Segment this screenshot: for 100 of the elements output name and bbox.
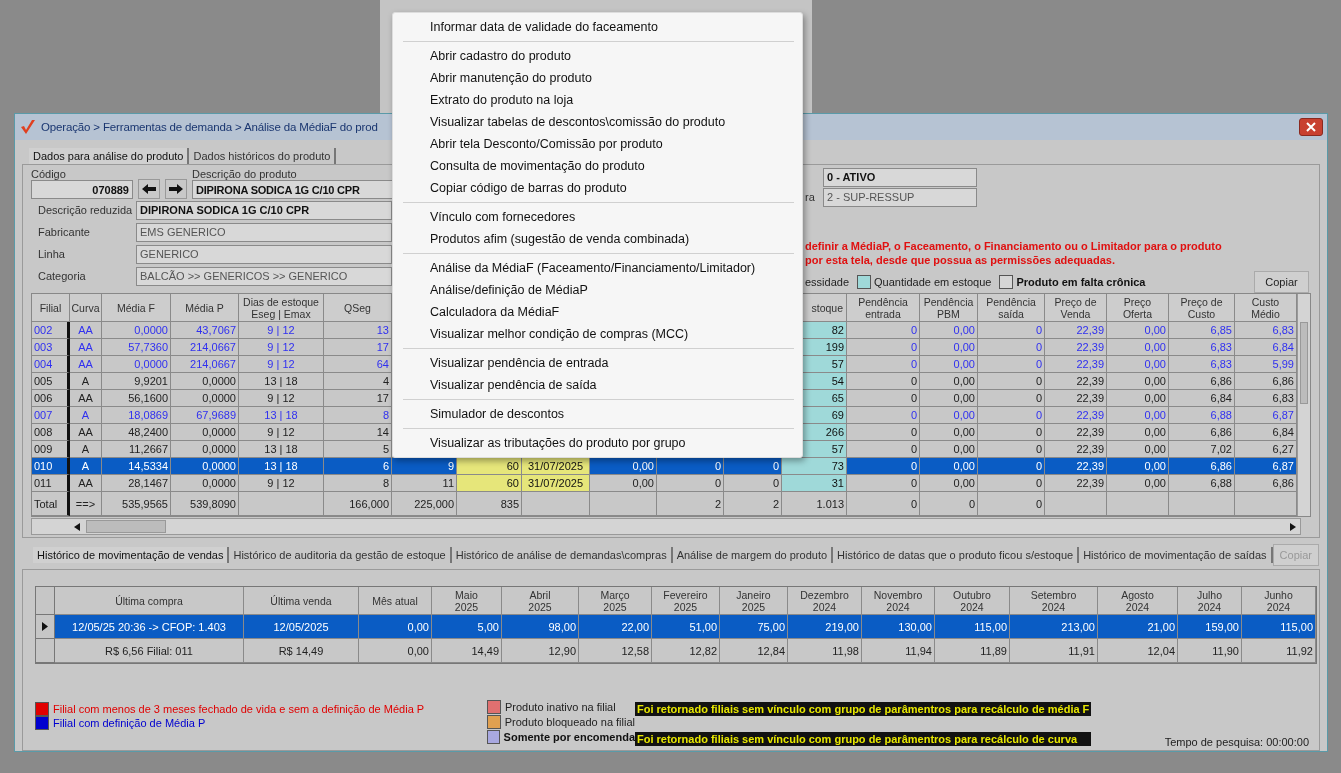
table-cell: 005 [32,373,70,390]
tab[interactable]: Histórico de auditoria da gestão de estoque [229,547,452,563]
scroll-left-icon[interactable] [74,522,80,531]
column-header[interactable]: Pendência PBM [920,294,978,322]
previous-button[interactable] [138,179,160,199]
scroll-right-icon[interactable] [1290,522,1296,531]
table-cell: 0 [978,356,1045,373]
tab[interactable]: Dados para análise do produto [29,148,190,164]
table-cell: 2 [657,492,724,516]
table-cell: 31/07/2025 [522,475,590,492]
text-field[interactable]: GENERICO [136,244,392,264]
row-indicator[interactable] [36,615,55,639]
table-cell: AA [70,424,102,441]
menu-item[interactable]: Abrir tela Desconto/Comissão por produto [393,133,802,155]
table-cell: 21,00 [1098,615,1178,639]
table-cell: 0,00 [1107,356,1169,373]
arrow-left-icon [141,183,157,195]
table-row[interactable]: 12/05/25 20:36 -> CFOP: 1.403 12/05/2025 0,00 5,00 98,00 22,00 51,00 75,00 219,00 130,00 115,00 213,00 21,00 159,00 115,00 [36,615,1316,639]
warning-text: definir a MédiaP, o Faceamento, o Financiamento ou o Limitador para o produto [805,239,1223,253]
code-field[interactable]: 070889 [31,180,133,199]
table-cell: 0,00 [920,475,978,492]
table-cell: 9 | 12 [239,339,324,356]
table-cell: 9 | 12 [239,356,324,373]
table-cell: 12,58 [579,639,652,663]
column-header[interactable]: Preço de Custo [1169,294,1235,322]
menu-item[interactable]: Análise da MédiaF (Faceamento/Financiamento/Limitador) [393,257,802,279]
table-cell: 0,0000 [171,475,239,492]
table-cell: 22,39 [1045,339,1107,356]
menu-item[interactable]: Abrir manutenção do produto [393,67,802,89]
tab[interactable]: Histórico de movimentação de vendas [33,547,230,563]
table-cell: 0,00 [920,458,978,475]
table-cell: 9 | 12 [239,322,324,339]
menu-item[interactable]: Consulta de movimentação do produto [393,155,802,177]
table-cell: AA [70,390,102,407]
scrollbar[interactable] [1297,294,1310,516]
table-cell: 6,83 [1169,339,1235,356]
table-cell: 0 [847,339,920,356]
menu-item[interactable]: Produtos afim (sugestão de venda combinada) [393,228,802,250]
tab[interactable]: Análise de margem do produto [672,547,834,563]
table-cell: 6,88 [1169,475,1235,492]
close-button[interactable] [1299,118,1323,136]
description-field[interactable]: DIPIRONA SODICA 1G C/10 CPR [192,180,393,199]
column-header[interactable]: Pendência entrada [847,294,920,322]
check-icon [19,118,37,136]
table-cell: 0 [847,356,920,373]
table-cell: 48,2400 [102,424,171,441]
table-cell: 007 [32,407,70,424]
table-cell: 6,88 [1169,407,1235,424]
tab[interactable]: Dados históricos do produto [189,148,337,164]
tab[interactable]: Histórico de datas que o produto ficou s/estoque [833,547,1080,563]
table-cell: 535,9565 [102,492,171,516]
text-field[interactable]: BALCÃO >> GENERICOS >> GENERICO [136,266,392,286]
text-field[interactable]: EMS GENERICO [136,222,392,242]
legend-label: Somente por encomenda [503,731,635,743]
menu-item[interactable]: Abrir cadastro do produto [393,45,802,67]
menu-item[interactable]: Copiar código de barras do produto [393,177,802,199]
table-cell: 0 [978,373,1045,390]
table-cell: 010 [32,458,70,475]
table-cell: 56,1600 [102,390,171,407]
next-button[interactable] [165,179,187,199]
column-header[interactable]: Curva [70,294,102,322]
table-cell: 6,86 [1169,458,1235,475]
arrow-right-icon [168,183,184,195]
tab[interactable]: Histórico de análise de demandas\compras [451,547,673,563]
table-cell: 0,0000 [102,356,171,373]
table-cell: 0 [724,458,782,475]
table-cell: 11,98 [788,639,862,663]
scrollbar[interactable] [31,518,1301,535]
table-cell: 0,00 [359,639,432,663]
text-field[interactable]: 2 - SUP-RESSUP [823,187,977,207]
status-field[interactable]: 0 - ATIVO [823,167,977,187]
column-header[interactable]: Dias de estoque Eseg | Emax [239,294,324,322]
column-header[interactable]: Média F [102,294,171,322]
table-cell: 22,39 [1045,373,1107,390]
column-header[interactable]: Filial [32,294,70,322]
table-cell: 0 [978,407,1045,424]
table-cell: 22,39 [1045,390,1107,407]
menu-item[interactable]: Extrato do produto na loja [393,89,802,111]
copy-button[interactable]: Copiar [1254,271,1309,293]
text-field[interactable]: DIPIRONA SODICA 1G C/10 CPR [136,200,392,220]
table-cell: 008 [32,424,70,441]
table-cell: 6 [324,458,392,475]
menu-item[interactable]: Vínculo com fornecedores [393,206,802,228]
window-title: Operação > Ferramentas de demanda > Análise da MédiaF do prod [41,121,378,133]
table-cell: 9 | 12 [239,390,324,407]
column-header[interactable]: Preço de Venda [1045,294,1107,322]
table-row[interactable]: R$ 6,56 Filial: 011 R$ 14,49 0,00 14,49 12,90 12,58 12,82 12,84 11,98 11,94 11,89 11,91 12,04 11,90 11,92 [36,639,1316,663]
table-cell: 0,00 [920,339,978,356]
table-cell: 0,00 [920,424,978,441]
column-header[interactable]: Média P [171,294,239,322]
column-header[interactable]: Preço Oferta [1107,294,1169,322]
column-header[interactable]: Pendência saída [978,294,1045,322]
table-cell: 22,39 [1045,424,1107,441]
table-cell: 31/07/2025 [522,458,590,475]
table-cell: 0,00 [590,475,657,492]
menu-item[interactable]: Visualizar tabelas de descontos\comissão do produto [393,111,802,133]
table-cell: 0,00 [1107,373,1169,390]
menu-item[interactable]: Informar data de validade do faceamento [393,16,802,38]
table-cell: 0 [847,424,920,441]
table-cell: 6,85 [1169,322,1235,339]
